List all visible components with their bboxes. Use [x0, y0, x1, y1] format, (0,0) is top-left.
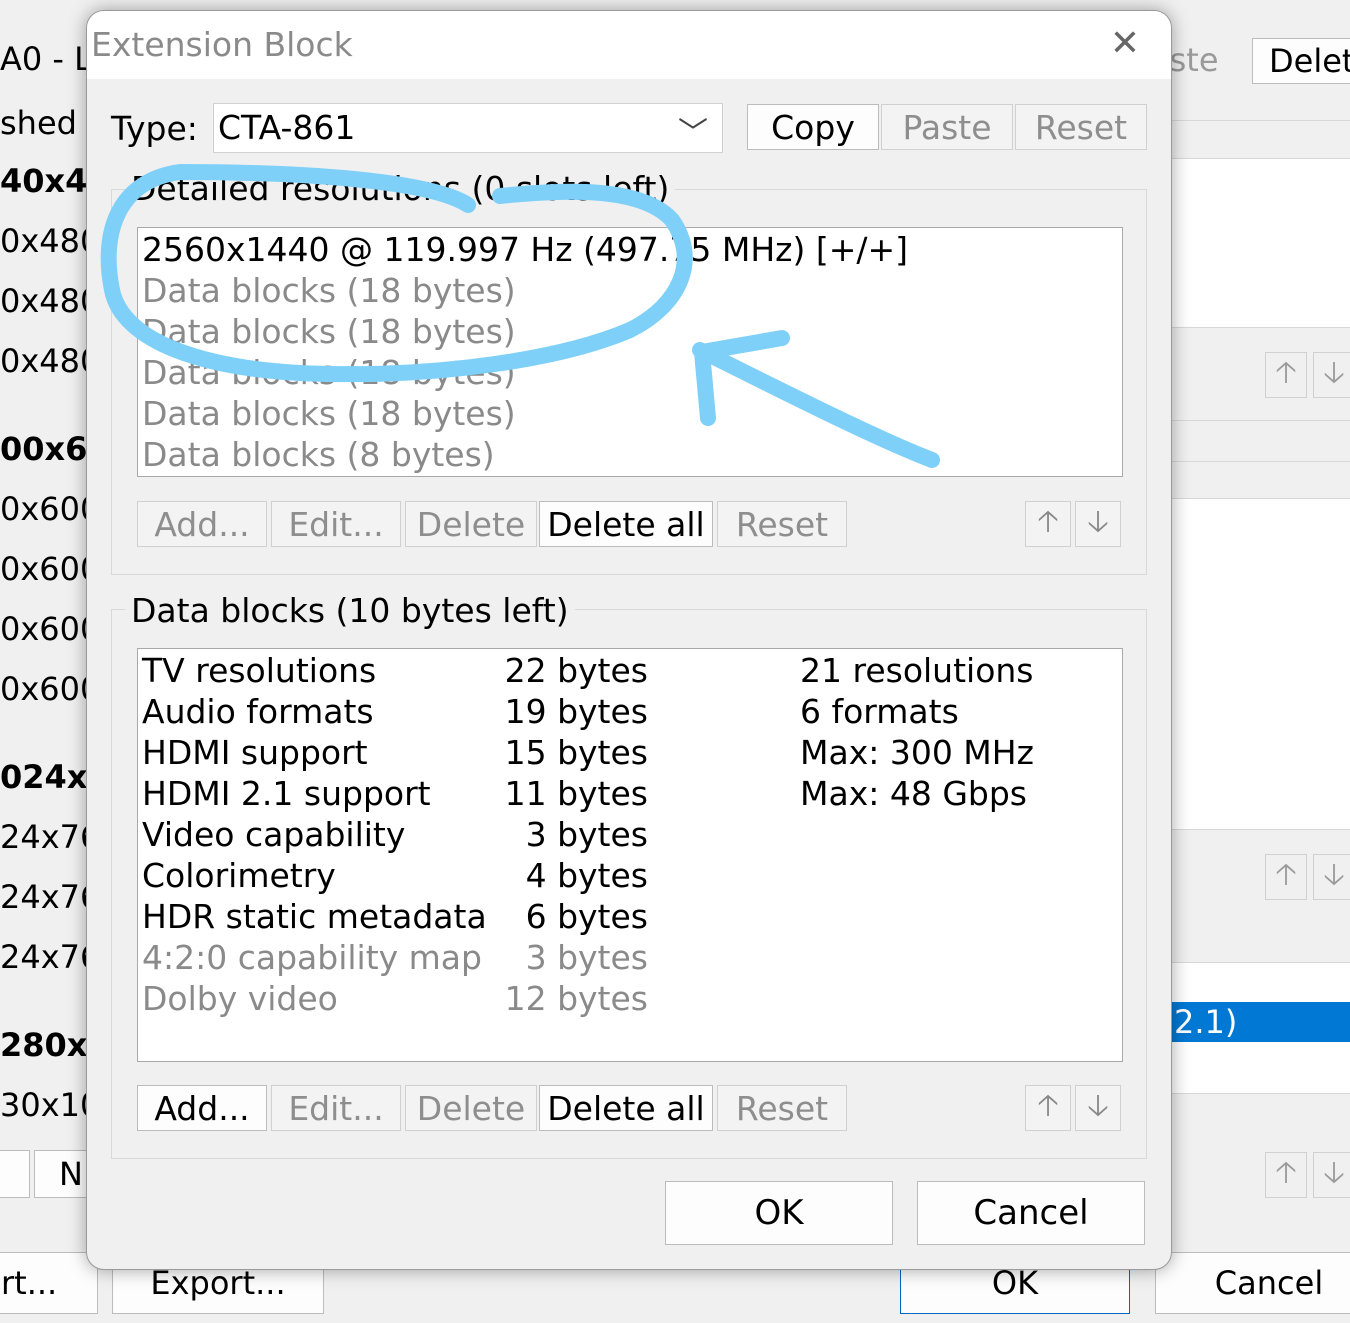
data-block-name: Dolby video — [142, 979, 338, 1018]
background-delete-button[interactable]: Delete — [1252, 38, 1350, 84]
type-dropdown-value: CTA-861 — [218, 108, 356, 147]
type-label: Type: — [111, 109, 198, 148]
detailed-delete-all-button[interactable]: Delete all — [539, 501, 713, 547]
data-block-size: 22 bytes — [504, 651, 648, 690]
data-block-size: 11 bytes — [504, 774, 648, 813]
data-block-info: Max: 300 MHz — [800, 733, 1034, 772]
reset-type-button[interactable]: Reset — [1015, 104, 1147, 150]
detailed-resolution-item[interactable]: Data blocks (18 bytes) — [142, 353, 516, 392]
data-block-size: 15 bytes — [504, 733, 648, 772]
data-block-size: 3 bytes — [525, 815, 648, 854]
background-cancel-button[interactable]: Cancel — [1155, 1252, 1350, 1314]
detailed-move-down-icon[interactable]: 🡣 — [1075, 501, 1121, 547]
data-blocks-move-down-icon[interactable]: 🡣 — [1075, 1085, 1121, 1131]
detailed-resolution-item[interactable]: Data blocks (18 bytes) — [142, 271, 516, 310]
background-panel-header — [1160, 120, 1350, 160]
data-block-size: 3 bytes — [525, 938, 648, 977]
close-icon[interactable]: ✕ — [1105, 23, 1145, 64]
data-blocks-move-up-icon[interactable]: 🡡 — [1025, 1085, 1071, 1131]
background-list-panel-2[interactable] — [1160, 498, 1350, 830]
background-selected-item[interactable]: 2.1) — [1168, 1002, 1350, 1042]
data-block-size: 12 bytes — [504, 979, 648, 1018]
data-block-info: Max: 48 Gbps — [800, 774, 1027, 813]
ok-button[interactable]: OK — [665, 1181, 893, 1245]
detailed-resolution-item[interactable]: Data blocks (8 bytes) — [142, 435, 495, 474]
background-move-down-icon-2[interactable]: 🡣 — [1313, 854, 1350, 900]
data-block-name: Colorimetry — [142, 856, 336, 895]
background-list-panel-1[interactable] — [1160, 158, 1350, 328]
detailed-move-up-icon[interactable]: 🡡 — [1025, 501, 1071, 547]
dialog-titlebar: Extension Block ✕ — [87, 11, 1171, 79]
data-blocks-list[interactable]: TV resolutions 22 bytes 21 resolutions Audi… — [137, 648, 1123, 1062]
background-panel-header-2 — [1160, 420, 1350, 462]
detailed-delete-button[interactable]: Delete — [405, 501, 537, 547]
extension-block-dialog: Extension Block ✕ Type: CTA-861 ﹀ Copy P… — [86, 10, 1172, 1270]
background-import-button[interactable]: rt... — [0, 1252, 98, 1314]
data-block-name: TV resolutions — [142, 651, 377, 690]
dialog-title: Extension Block — [91, 25, 353, 64]
detailed-edit-button[interactable]: Edit... — [271, 501, 401, 547]
data-block-name: Video capability — [142, 815, 406, 854]
detailed-resolution-item[interactable]: Data blocks (18 bytes) — [142, 312, 516, 351]
copy-button[interactable]: Copy — [747, 104, 879, 150]
background-move-down-icon[interactable]: 🡣 — [1313, 352, 1350, 398]
data-blocks-delete-all-button[interactable]: Delete all — [539, 1085, 713, 1131]
background-move-up-icon[interactable]: 🡡 — [1265, 352, 1307, 398]
data-block-size: 6 bytes — [525, 897, 648, 936]
detailed-add-button[interactable]: Add... — [137, 501, 267, 547]
data-block-name: 4:2:0 capability map — [142, 938, 482, 977]
data-blocks-add-button[interactable]: Add... — [137, 1085, 267, 1131]
background-move-up-icon-3[interactable]: 🡡 — [1265, 1152, 1307, 1198]
data-blocks-edit-button[interactable]: Edit... — [271, 1085, 401, 1131]
data-block-name: HDR static metadata — [142, 897, 487, 936]
data-blocks-title: Data blocks (10 bytes left) — [125, 591, 575, 630]
chevron-down-icon: ﹀ — [678, 116, 708, 151]
detailed-resolution-item[interactable]: 2560x1440 @ 119.997 Hz (497.75 MHz) [+/+… — [142, 230, 908, 269]
detailed-resolutions-list[interactable]: 2560x1440 @ 119.997 Hz (497.75 MHz) [+/+… — [137, 227, 1123, 477]
detailed-resolutions-title: Detailed resolutions (0 slots left) — [125, 169, 676, 208]
type-dropdown[interactable]: CTA-861 ﹀ — [213, 103, 723, 153]
detailed-resolution-item[interactable]: Data blocks (18 bytes) — [142, 394, 516, 433]
data-block-name: Audio formats — [142, 692, 374, 731]
data-block-info: 6 formats — [800, 692, 959, 731]
data-blocks-delete-button[interactable]: Delete — [405, 1085, 537, 1131]
data-block-name: HDMI support — [142, 733, 368, 772]
data-block-size: 19 bytes — [504, 692, 648, 731]
data-block-name: HDMI 2.1 support — [142, 774, 431, 813]
data-block-size: 4 bytes — [525, 856, 648, 895]
background-small-button[interactable] — [0, 1150, 30, 1198]
background-move-down-icon-3[interactable]: 🡣 — [1313, 1152, 1350, 1198]
paste-button[interactable]: Paste — [881, 104, 1013, 150]
background-move-up-icon-2[interactable]: 🡡 — [1265, 854, 1307, 900]
data-block-info: 21 resolutions — [800, 651, 1034, 690]
cancel-button[interactable]: Cancel — [917, 1181, 1145, 1245]
detailed-reset-button[interactable]: Reset — [717, 501, 847, 547]
data-blocks-reset-button[interactable]: Reset — [717, 1085, 847, 1131]
